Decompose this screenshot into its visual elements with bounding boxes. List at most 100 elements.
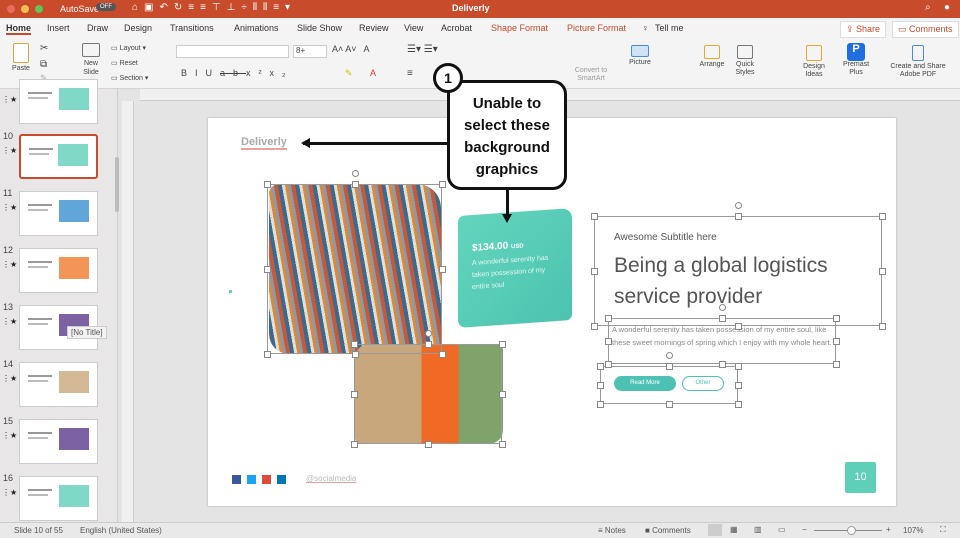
resize-handle[interactable] [735, 213, 742, 220]
resize-handle[interactable] [439, 181, 446, 188]
resize-handle[interactable] [425, 341, 432, 348]
notes-button[interactable]: ≡ Notes [598, 526, 626, 535]
tab-home[interactable]: Home [6, 23, 32, 35]
font-color-icon[interactable]: A [370, 68, 376, 78]
slide-thumbnail[interactable] [19, 134, 98, 179]
resize-handle[interactable] [735, 382, 742, 389]
rotate-handle[interactable] [735, 202, 742, 209]
resize-handle[interactable] [735, 401, 742, 408]
quick-styles-button[interactable]: Quick Styles [730, 45, 760, 77]
new-slide-button[interactable]: New Slide [78, 43, 104, 77]
slide-sorter-icon[interactable]: ▦ [730, 525, 738, 534]
search-icon[interactable]: ⌕ [925, 2, 931, 13]
resize-handle[interactable] [264, 351, 271, 358]
rotate-handle[interactable] [666, 352, 673, 359]
layout-button[interactable]: ▭ Layout ▾ [111, 44, 146, 52]
resize-handle[interactable] [735, 363, 742, 370]
resize-handle[interactable] [351, 391, 358, 398]
slide-thumbnail[interactable] [19, 79, 98, 124]
tab-review[interactable]: Review [359, 23, 389, 33]
resize-handle[interactable] [425, 441, 432, 448]
rotate-handle[interactable] [719, 304, 726, 311]
cut-icon[interactable]: ✂ [40, 43, 48, 54]
resize-handle[interactable] [597, 363, 604, 370]
tab-design[interactable]: Design [124, 23, 152, 33]
resize-handle[interactable] [833, 338, 840, 345]
share-button[interactable]: ⇪ Share [840, 21, 887, 38]
resize-handle[interactable] [264, 266, 271, 273]
font-format-buttons[interactable]: BIUabx²x₂ [181, 68, 294, 78]
copy-icon[interactable]: ⧉ [40, 59, 47, 70]
slide-thumbnail[interactable] [19, 191, 98, 236]
font-name-field[interactable] [176, 45, 289, 58]
slide-thumbnail[interactable] [19, 419, 98, 464]
resize-handle[interactable] [351, 341, 358, 348]
resize-handle[interactable] [591, 268, 598, 275]
adobe-pdf-button[interactable]: Create and Share Adobe PDF [884, 45, 952, 79]
tab-picture-format[interactable]: Picture Format [567, 23, 626, 33]
resize-handle[interactable] [351, 441, 358, 448]
reading-view-icon[interactable]: ▥ [754, 525, 762, 534]
resize-handle[interactable] [597, 382, 604, 389]
comments-status-button[interactable]: ■ Comments [645, 526, 691, 535]
align-left-icon[interactable]: ≡ [407, 68, 413, 79]
google-plus-icon[interactable] [262, 475, 271, 484]
font-size-field[interactable]: 8+ [293, 45, 327, 58]
tell-me[interactable]: Tell me [655, 23, 684, 33]
slide-thumbnail[interactable] [19, 362, 98, 407]
resize-handle[interactable] [591, 213, 598, 220]
resize-handle[interactable] [499, 391, 506, 398]
arrange-button[interactable]: Arrange [694, 45, 730, 68]
tab-draw[interactable]: Draw [87, 23, 108, 33]
resize-handle[interactable] [666, 401, 673, 408]
zoom-slider-handle[interactable] [847, 526, 857, 535]
minimize-window-button[interactable] [21, 5, 29, 13]
highlight-icon[interactable]: ✎ [345, 68, 353, 79]
resize-handle[interactable] [719, 315, 726, 322]
slide-thumbnail[interactable] [19, 476, 98, 521]
tab-insert[interactable]: Insert [47, 23, 70, 33]
thumbnail-scrollbar[interactable] [115, 157, 119, 212]
tab-acrobat[interactable]: Acrobat [441, 23, 472, 33]
bullets-icon[interactable]: ☰▾ ☰▾ [407, 44, 438, 55]
resize-handle[interactable] [499, 341, 506, 348]
maximize-window-button[interactable] [35, 5, 43, 13]
resize-handle[interactable] [879, 268, 886, 275]
picture-button[interactable]: Picture [624, 45, 656, 66]
font-size-buttons[interactable]: A˄ A˅ A [332, 44, 370, 54]
comments-button[interactable]: ▭ Comments [892, 21, 959, 38]
design-ideas-button[interactable]: Design Ideas [798, 45, 830, 79]
facebook-icon[interactable] [232, 475, 241, 484]
paste-button[interactable]: Paste [8, 43, 34, 72]
zoom-out-button[interactable]: − [802, 525, 807, 534]
resize-handle[interactable] [591, 323, 598, 330]
normal-view-icon[interactable] [708, 524, 722, 536]
resize-handle[interactable] [666, 363, 673, 370]
rotate-handle[interactable] [425, 330, 432, 337]
reset-button[interactable]: ▭ Reset [111, 59, 138, 67]
resize-handle[interactable] [499, 441, 506, 448]
zoom-level[interactable]: 107% [903, 526, 923, 535]
resize-handle[interactable] [879, 213, 886, 220]
language[interactable]: English (United States) [80, 526, 162, 535]
tab-animations[interactable]: Animations [234, 23, 279, 33]
zoom-in-button[interactable]: + [886, 525, 891, 534]
resize-handle[interactable] [605, 338, 612, 345]
resize-handle[interactable] [439, 351, 446, 358]
slideshow-icon[interactable]: ▭ [778, 525, 786, 534]
resize-handle[interactable] [351, 181, 359, 188]
resize-handle[interactable] [605, 361, 612, 368]
convert-smartart-button[interactable]: Convert to SmartArt [573, 67, 609, 83]
tab-slide-show[interactable]: Slide Show [297, 23, 342, 33]
resize-handle[interactable] [351, 351, 359, 358]
resize-handle[interactable] [833, 361, 840, 368]
resize-handle[interactable] [833, 315, 840, 322]
resize-handle[interactable] [719, 361, 726, 368]
section-button[interactable]: ▭ Section ▾ [111, 74, 148, 82]
resize-handle[interactable] [735, 323, 742, 330]
linkedin-icon[interactable] [277, 475, 286, 484]
tab-shape-format[interactable]: Shape Format [491, 23, 548, 33]
close-window-button[interactable] [7, 5, 15, 13]
rotate-handle[interactable] [351, 170, 359, 177]
quick-access-toolbar-icons[interactable]: ⌂▣↶↻≡≡⊤⊥÷⫴⫴≡▾ [132, 2, 296, 13]
